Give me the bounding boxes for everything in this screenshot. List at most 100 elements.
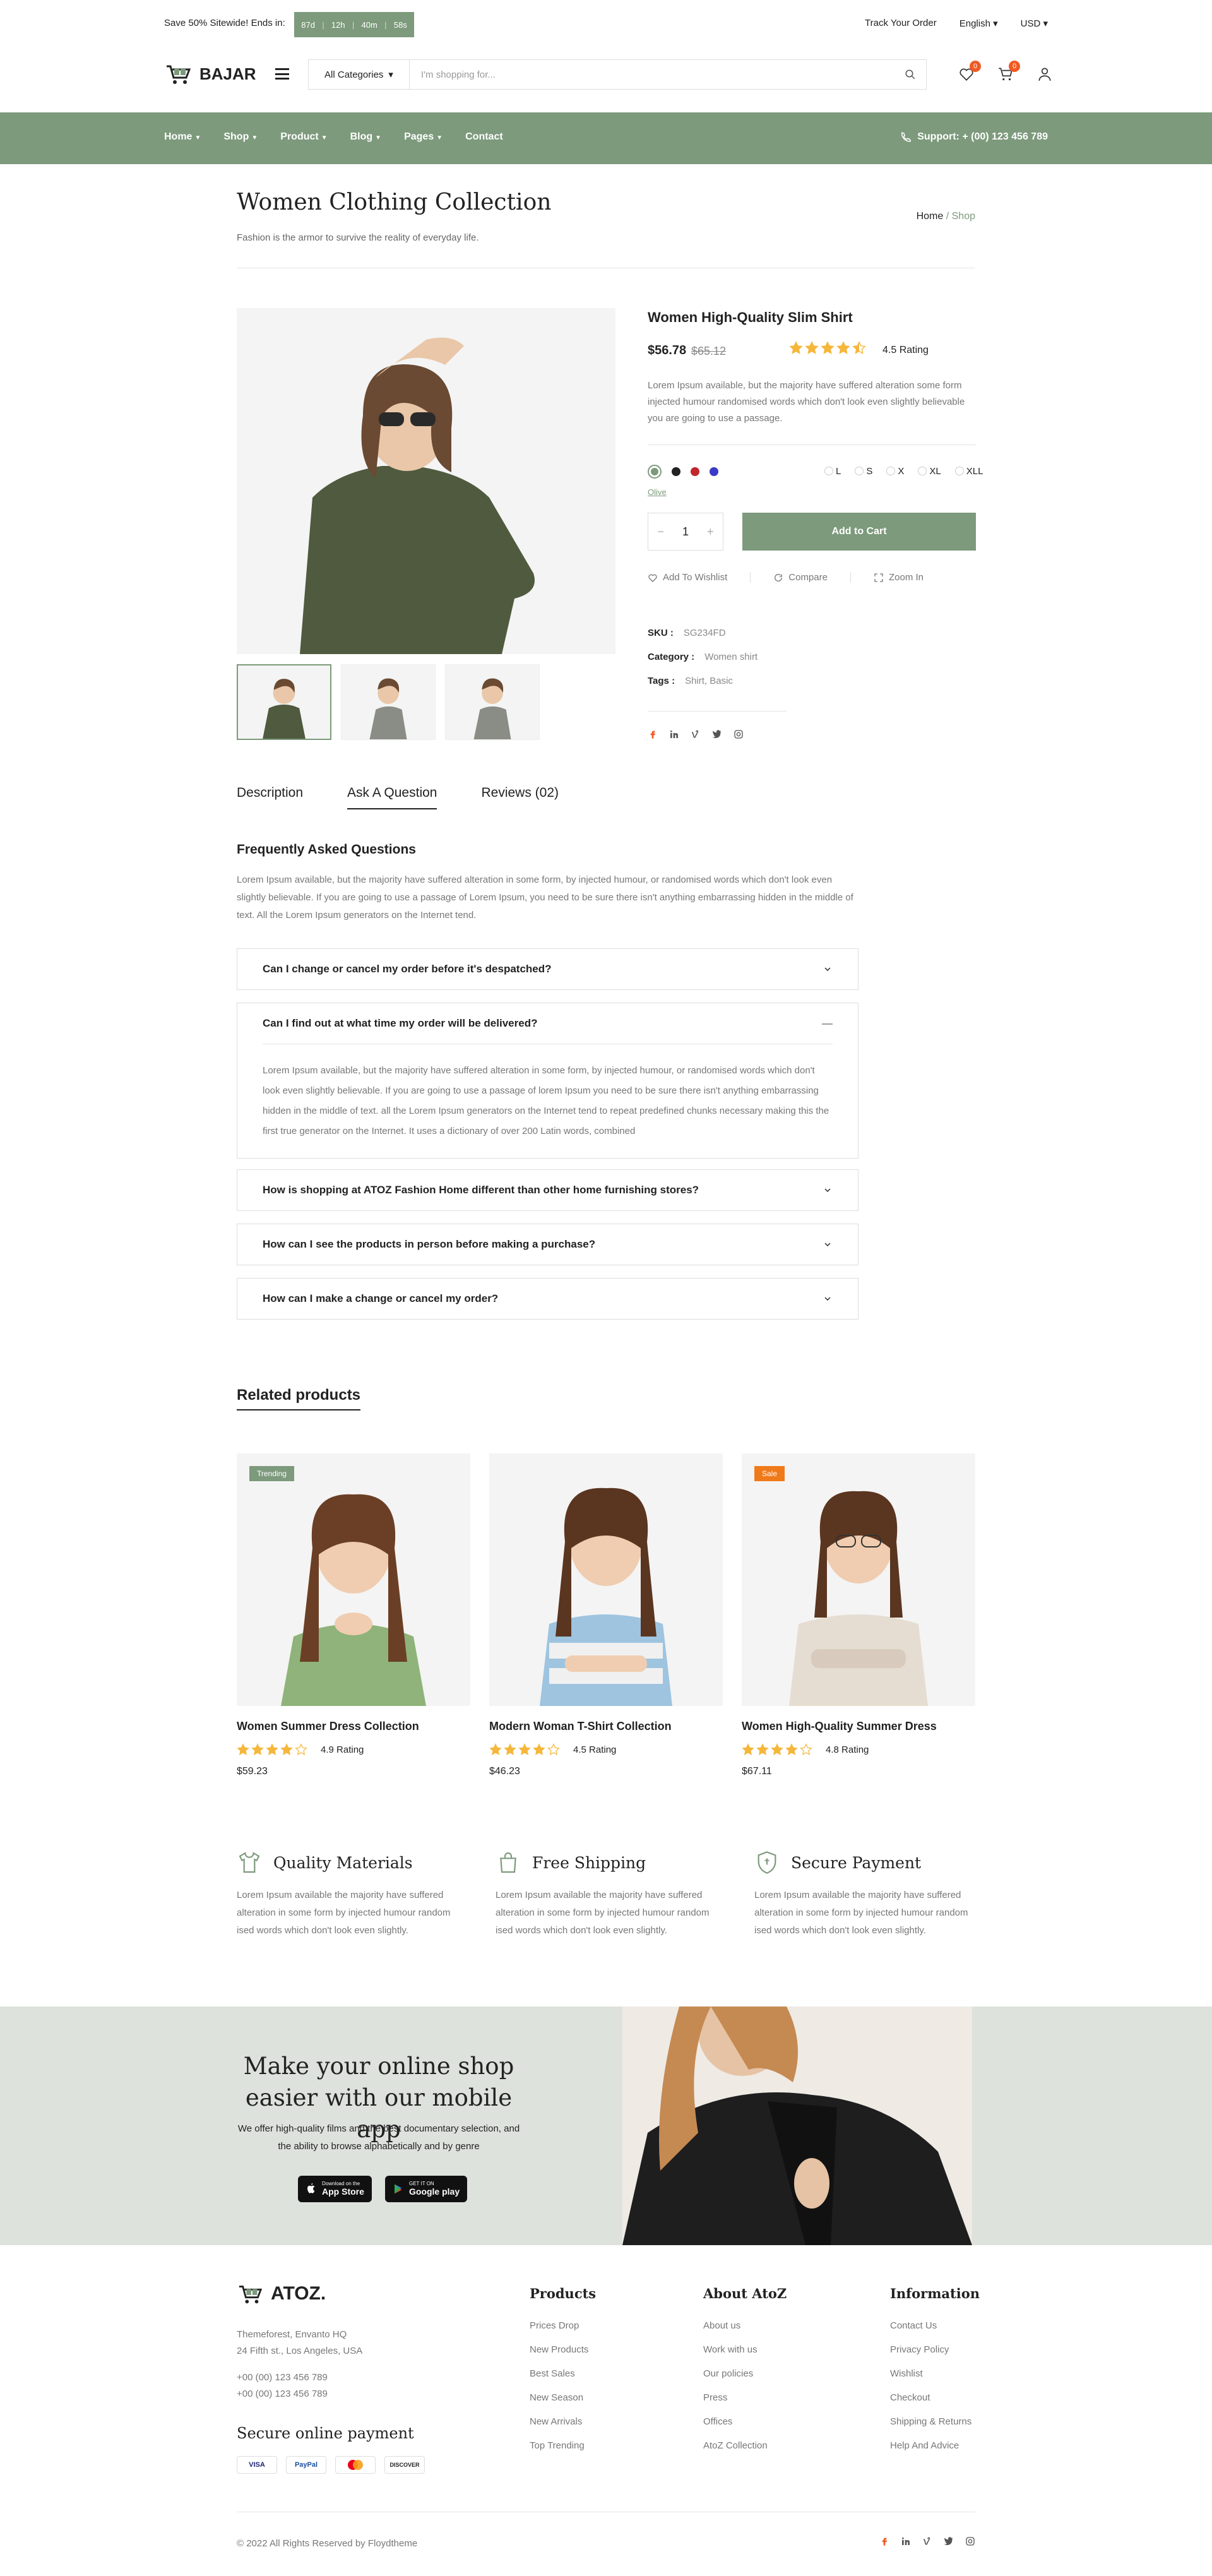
user-icon[interactable] [1037, 66, 1054, 83]
tab-ask-a-question[interactable]: Ask A Question [347, 785, 437, 809]
footer-link[interactable]: Work with us [703, 2344, 787, 2355]
twitter-icon[interactable] [712, 729, 722, 740]
linkedin-icon[interactable] [901, 2536, 911, 2547]
product-thumbnail-1[interactable] [237, 664, 331, 740]
faq-item[interactable]: How is shopping at ATOZ Fashion Home dif… [237, 1169, 858, 1211]
chevron-down-icon: ▼ [375, 134, 382, 141]
footer-link[interactable]: Help And Advice [890, 2440, 980, 2451]
faq-item[interactable]: How can I make a change or cancel my ord… [237, 1278, 858, 1320]
product-card-name[interactable]: Women High-Quality Summer Dress [742, 1720, 975, 1733]
twitter-icon[interactable] [944, 2536, 954, 2547]
wishlist-icon[interactable]: 0 [958, 61, 981, 83]
size-option-xl[interactable]: XL [918, 466, 941, 477]
size-option-l[interactable]: L [824, 466, 841, 477]
footer-link[interactable]: Offices [703, 2416, 787, 2427]
nav-product[interactable]: Product ▼ [280, 131, 327, 143]
nav-shop[interactable]: Shop ▼ [223, 131, 258, 143]
size-option-x[interactable]: X [886, 466, 904, 477]
linkedin-icon[interactable] [669, 729, 679, 740]
quantity-value[interactable]: 1 [682, 525, 689, 539]
instagram-icon[interactable] [734, 729, 744, 740]
support-phone[interactable]: Support: + (00) 123 456 789 [900, 131, 1048, 143]
footer-link[interactable]: AtoZ Collection [703, 2440, 787, 2451]
color-swatch-olive[interactable] [648, 465, 662, 479]
product-card[interactable]: Sale Women High-Quality Summer Dress 4.8… [742, 1453, 975, 1777]
color-swatch-black[interactable] [672, 467, 680, 476]
add-to-cart-button[interactable]: Add to Cart [742, 513, 976, 551]
googleplay-small-label: GET IT ON [409, 2180, 434, 2186]
search-icon[interactable] [894, 69, 926, 80]
color-swatch-blue[interactable] [710, 467, 718, 476]
star-icon [771, 1743, 783, 1755]
footer-link[interactable]: Prices Drop [530, 2320, 596, 2331]
footer-link[interactable]: Best Sales [530, 2368, 596, 2379]
footer-logo[interactable]: ATOZ. [237, 2282, 326, 2306]
footer-link[interactable]: Privacy Policy [890, 2344, 980, 2355]
footer-link[interactable]: Contact Us [890, 2320, 980, 2331]
footer-link[interactable]: New Season [530, 2392, 596, 2403]
footer-link[interactable]: Wishlist [890, 2368, 980, 2379]
footer-link[interactable]: Checkout [890, 2392, 980, 2403]
footer-link[interactable]: Shipping & Returns [890, 2416, 980, 2427]
tags-value[interactable]: Shirt, Basic [685, 676, 733, 686]
nav-contact[interactable]: Contact [465, 131, 503, 143]
product-card-name[interactable]: Modern Woman T-Shirt Collection [489, 1720, 723, 1733]
star-icon [785, 1743, 798, 1755]
facebook-icon[interactable] [879, 2536, 889, 2547]
facebook-icon[interactable] [648, 729, 658, 740]
category-select[interactable]: All Categories ▾ [309, 60, 410, 89]
compare-button[interactable]: Compare [750, 572, 850, 583]
vimeo-icon[interactable] [922, 2536, 932, 2547]
footer-link[interactable]: Top Trending [530, 2440, 596, 2451]
product-card-name[interactable]: Women Summer Dress Collection [237, 1720, 470, 1733]
app-store-button[interactable]: Download on the App Store [298, 2176, 372, 2202]
logo[interactable]: BAJAR [164, 61, 256, 86]
faq-item[interactable]: Can I change or cancel my order before i… [237, 948, 858, 990]
product-card-image[interactable] [489, 1453, 723, 1706]
product-card-image[interactable]: Trending [237, 1453, 470, 1706]
footer-link[interactable]: About us [703, 2320, 787, 2331]
footer-link[interactable]: Press [703, 2392, 787, 2403]
product-thumbnail-2[interactable] [341, 664, 436, 740]
instagram-icon[interactable] [965, 2536, 975, 2547]
google-play-button[interactable]: GET IT ON Google play [385, 2176, 468, 2202]
cart-icon[interactable]: 0 [997, 61, 1020, 83]
increase-button[interactable]: + [707, 525, 714, 539]
product-thumbnail-3[interactable] [445, 664, 540, 740]
color-swatch-red[interactable] [691, 467, 699, 476]
size-option-xll[interactable]: XLL [955, 466, 983, 477]
chevron-down-icon: ▼ [251, 134, 258, 141]
vimeo-icon[interactable] [691, 729, 701, 740]
faq-item-expanded[interactable]: Can I find out at what time my order wil… [237, 1003, 858, 1159]
breadcrumb-home[interactable]: Home [917, 211, 944, 222]
language-select[interactable]: English ▾ [960, 18, 998, 29]
footer-link[interactable]: New Products [530, 2344, 596, 2355]
search-input[interactable]: I'm shopping for... [410, 69, 894, 80]
decrease-button[interactable]: − [657, 525, 664, 539]
track-order-link[interactable]: Track Your Order [865, 18, 937, 29]
tab-description[interactable]: Description [237, 785, 303, 809]
product-main-image[interactable] [237, 308, 615, 654]
menu-icon[interactable] [275, 68, 289, 80]
footer-link[interactable]: Our policies [703, 2368, 787, 2379]
star-icon [504, 1743, 516, 1755]
phone-icon [901, 132, 912, 142]
zoom-in-button[interactable]: Zoom In [850, 572, 946, 583]
product-card[interactable]: Trending Women Summer Dress Collection 4… [237, 1453, 470, 1777]
faq-item[interactable]: How can I see the products in person bef… [237, 1224, 858, 1265]
page-subtitle: Fashion is the armor to survive the real… [237, 232, 479, 243]
add-to-wishlist-button[interactable]: Add To Wishlist [648, 572, 750, 583]
size-option-s[interactable]: S [855, 466, 872, 477]
nav-home[interactable]: Home ▼ [164, 131, 201, 143]
nav-blog[interactable]: Blog ▼ [350, 131, 381, 143]
faq-question: How can I make a change or cancel my ord… [263, 1292, 499, 1304]
product-card[interactable]: Modern Woman T-Shirt Collection 4.5 Rati… [489, 1453, 723, 1777]
category-value[interactable]: Women shirt [704, 652, 758, 662]
tab-reviews[interactable]: Reviews (02) [481, 785, 559, 809]
footer-link[interactable]: New Arrivals [530, 2416, 596, 2427]
refresh-icon [775, 573, 783, 581]
star-icon [836, 341, 850, 354]
nav-pages[interactable]: Pages ▼ [404, 131, 443, 143]
product-card-image[interactable]: Sale [742, 1453, 975, 1706]
currency-select[interactable]: USD ▾ [1021, 18, 1048, 29]
